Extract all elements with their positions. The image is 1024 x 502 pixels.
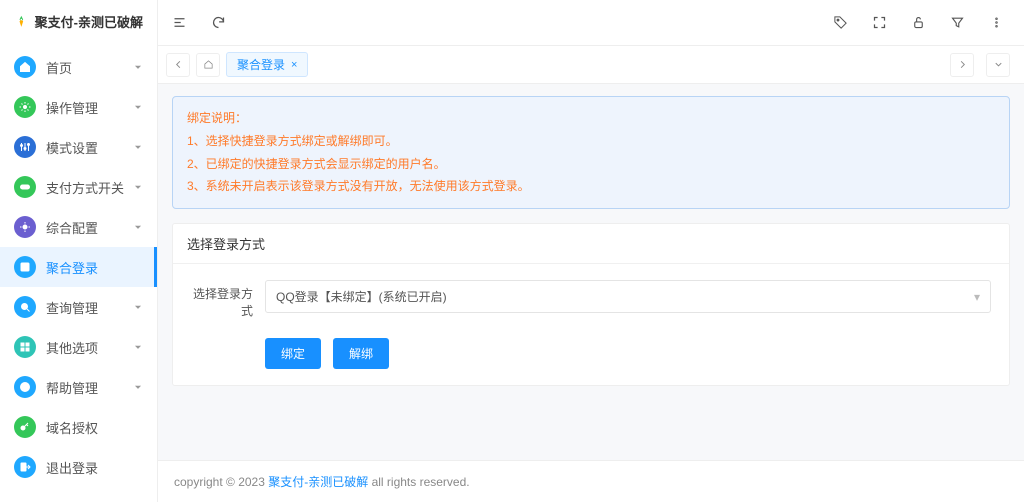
login-method-card: 选择登录方式 选择登录方式 QQ登录【未绑定】(系统已开启) ▾ 绑定 解绑 [172, 223, 1010, 386]
sidebar-item-7[interactable]: 其他选项 [0, 327, 157, 367]
cog-icon [14, 216, 36, 238]
sidebar-item-label: 模式设置 [46, 138, 133, 157]
sidebar: 聚支付-亲测已破解 首页操作管理模式设置支付方式开关综合配置聚合登录查询管理其他… [0, 0, 158, 502]
topbar [158, 0, 1024, 46]
search-icon [14, 296, 36, 318]
tab-home-button[interactable] [196, 53, 220, 77]
footer-prefix: copyright © 2023 [174, 475, 268, 489]
alert-box: 绑定说明： 1、选择快捷登录方式绑定或解绑即可。 2、已绑定的快捷登录方式会显示… [172, 96, 1010, 209]
tab-dropdown-button[interactable] [986, 53, 1010, 77]
sidebar-item-label: 首页 [46, 58, 133, 77]
home-icon [14, 56, 36, 78]
bind-button[interactable]: 绑定 [265, 338, 321, 369]
sidebar-item-4[interactable]: 综合配置 [0, 207, 157, 247]
tab-bar: 聚合登录 × [158, 46, 1024, 84]
chevron-down-icon [133, 380, 143, 395]
sliders-icon [14, 136, 36, 158]
sidebar-item-2[interactable]: 模式设置 [0, 127, 157, 167]
footer: copyright © 2023 聚支付-亲测已破解 all rights re… [158, 460, 1024, 502]
sidebar-item-label: 综合配置 [46, 218, 133, 237]
chevron-down-icon [133, 60, 143, 75]
card-title: 选择登录方式 [173, 224, 1009, 264]
chevron-down-icon [133, 100, 143, 115]
sidebar-item-label: 退出登录 [46, 458, 143, 477]
select-value: QQ登录【未绑定】(系统已开启) [276, 288, 447, 305]
tab-close-icon[interactable]: × [291, 59, 297, 71]
tab-current[interactable]: 聚合登录 × [226, 52, 308, 77]
login-method-select[interactable]: QQ登录【未绑定】(系统已开启) ▾ [265, 280, 991, 313]
grid-icon [14, 336, 36, 358]
sidebar-item-5[interactable]: 聚合登录 [0, 247, 157, 287]
help-icon [14, 376, 36, 398]
alert-line: 2、已绑定的快捷登录方式会显示绑定的用户名。 [187, 153, 995, 176]
key-icon [14, 416, 36, 438]
chevron-down-icon [133, 140, 143, 155]
sidebar-item-label: 聚合登录 [46, 258, 143, 277]
sidebar-item-label: 域名授权 [46, 418, 143, 437]
caret-down-icon: ▾ [974, 290, 980, 304]
unbind-button[interactable]: 解绑 [333, 338, 389, 369]
lock-icon[interactable] [907, 11, 930, 34]
sidebar-item-0[interactable]: 首页 [0, 47, 157, 87]
more-icon[interactable] [985, 11, 1008, 34]
chevron-down-icon [133, 220, 143, 235]
tag-icon[interactable] [829, 11, 852, 34]
fullscreen-icon[interactable] [868, 11, 891, 34]
sidebar-item-10[interactable]: 退出登录 [0, 447, 157, 487]
sidebar-item-label: 帮助管理 [46, 378, 133, 397]
exit-icon [14, 456, 36, 478]
main-area: 聚合登录 × 绑定说明： 1、选择快捷登录方式绑定或解绑即可。 2、已绑定的快捷… [158, 0, 1024, 502]
chevron-down-icon [133, 340, 143, 355]
rocket-icon [14, 13, 29, 31]
nav-list: 首页操作管理模式设置支付方式开关综合配置聚合登录查询管理其他选项帮助管理域名授权… [0, 43, 157, 502]
tab-next-button[interactable] [950, 53, 974, 77]
footer-suffix: all rights reserved. [368, 475, 469, 489]
alert-line: 1、选择快捷登录方式绑定或解绑即可。 [187, 130, 995, 153]
page-content: 绑定说明： 1、选择快捷登录方式绑定或解绑即可。 2、已绑定的快捷登录方式会显示… [158, 84, 1024, 460]
login-icon [14, 256, 36, 278]
chevron-down-icon [133, 180, 143, 195]
filter-icon[interactable] [946, 11, 969, 34]
toggle-icon [14, 176, 36, 198]
sidebar-item-label: 其他选项 [46, 338, 133, 357]
sidebar-item-3[interactable]: 支付方式开关 [0, 167, 157, 207]
sidebar-item-label: 操作管理 [46, 98, 133, 117]
brand-title: 聚支付-亲测已破解 [35, 12, 143, 31]
footer-link[interactable]: 聚支付-亲测已破解 [268, 475, 368, 489]
sidebar-item-6[interactable]: 查询管理 [0, 287, 157, 327]
alert-title: 绑定说明： [187, 107, 995, 130]
gear-icon [14, 96, 36, 118]
refresh-button[interactable] [207, 11, 230, 34]
alert-line: 3、系统未开启表示该登录方式没有开放，无法使用该方式登录。 [187, 175, 995, 198]
chevron-down-icon [133, 300, 143, 315]
select-label: 选择登录方式 [191, 280, 253, 320]
collapse-sidebar-button[interactable] [168, 11, 191, 34]
tab-prev-button[interactable] [166, 53, 190, 77]
sidebar-item-label: 查询管理 [46, 298, 133, 317]
sidebar-item-8[interactable]: 帮助管理 [0, 367, 157, 407]
sidebar-item-9[interactable]: 域名授权 [0, 407, 157, 447]
brand-area: 聚支付-亲测已破解 [0, 0, 157, 43]
sidebar-item-label: 支付方式开关 [46, 178, 133, 197]
tab-label: 聚合登录 [237, 56, 285, 73]
sidebar-item-1[interactable]: 操作管理 [0, 87, 157, 127]
